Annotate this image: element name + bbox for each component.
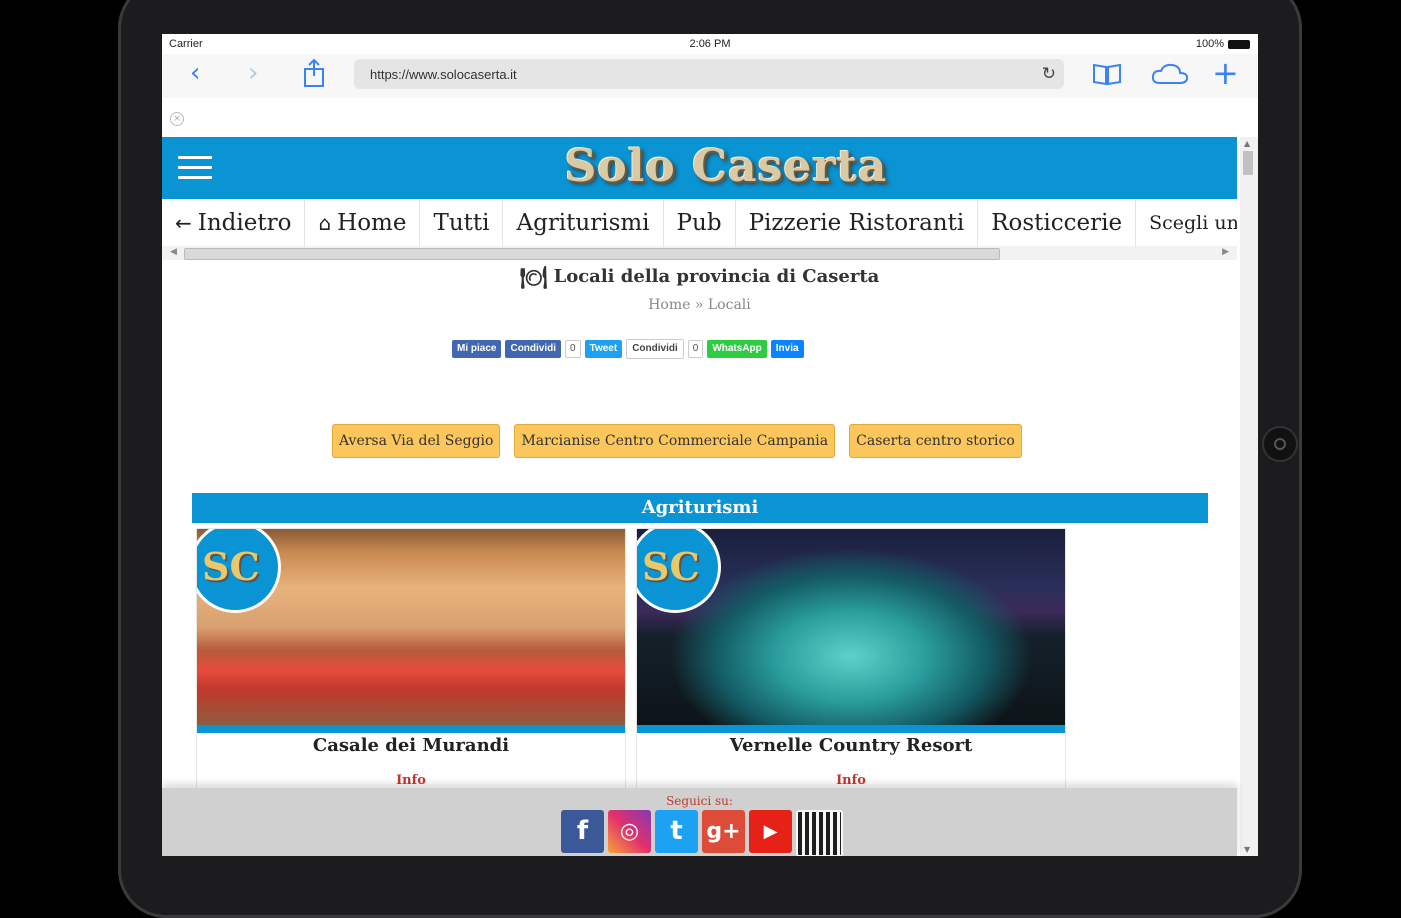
nav-pub[interactable]: Pub (664, 200, 736, 246)
nav-rosticcerie[interactable]: Rosticcerie (978, 200, 1137, 246)
badge-text: SC (202, 544, 260, 589)
whatsapp-share-button[interactable]: WhatsApp (707, 340, 767, 358)
nav-back[interactable]: ← Indietro (162, 200, 306, 246)
nav-agriturismi[interactable]: Agriturismi (503, 200, 664, 246)
nav-home[interactable]: ⌂ Home (305, 200, 421, 246)
battery-icon (1228, 39, 1250, 49)
share-buttons: Mi piace Condividi 0 Tweet Condividi 0 W… (452, 339, 804, 359)
gplus-share-count: 0 (687, 340, 704, 358)
page-title: 🍽 Locali della provincia di Caserta (162, 266, 1237, 291)
gplus-share-button[interactable]: Condividi (626, 339, 684, 359)
arrow-left-icon: ← (175, 211, 192, 235)
listing-title[interactable]: Vernelle Country Resort (637, 735, 1065, 756)
scroll-up-icon[interactable]: ▲ (1244, 139, 1250, 148)
nav-label: Home (337, 210, 407, 236)
nav-label: Indietro (197, 210, 292, 236)
scroll-down-icon[interactable]: ▼ (1244, 845, 1250, 854)
horizontal-scrollbar[interactable]: ◀ ▶ (162, 246, 1237, 260)
card-divider (637, 725, 1065, 733)
facebook-share-button[interactable]: Condividi (505, 340, 562, 358)
page-title-text: Locali della provincia di Caserta (553, 266, 880, 287)
site-logo[interactable]: Solo Caserta (162, 141, 1258, 192)
clock: 2:06 PM (689, 38, 731, 50)
book-icon[interactable] (1092, 62, 1122, 86)
follow-us-label: Seguici su: (666, 794, 733, 808)
home-icon: ⌂ (318, 211, 332, 235)
youtube-icon[interactable]: ▶ (749, 810, 792, 853)
scrollbar-thumb[interactable] (1243, 151, 1253, 175)
listing-card[interactable]: SC Casale dei Murandi Info (196, 528, 626, 790)
qr-code-icon[interactable] (796, 810, 843, 856)
chevron-right-icon[interactable]: › (248, 58, 258, 88)
messenger-send-button[interactable]: Invia (770, 340, 804, 358)
chevron-left-icon[interactable]: ‹ (190, 58, 200, 88)
breadcrumb[interactable]: Home » Locali (162, 297, 1237, 313)
tweet-button[interactable]: Tweet (584, 340, 623, 358)
browser-toolbar: ‹ › https://www.solocaserta.it ↻ + (162, 54, 1258, 98)
battery-status: 100% (1196, 38, 1250, 50)
site-header: Solo Caserta (162, 137, 1237, 199)
facebook-share-count: 0 (565, 340, 581, 358)
instagram-icon[interactable]: ◎ (608, 810, 651, 853)
google-plus-icon[interactable]: g+ (702, 810, 745, 853)
reload-icon[interactable]: ↻ (1042, 64, 1056, 84)
category-nav: ← Indietro ⌂ Home Tutti Agriturismi Pub Pi… (162, 200, 1237, 247)
listing-info-link[interactable]: Info (637, 773, 1065, 788)
plus-icon[interactable]: + (1212, 54, 1239, 92)
badge-text: SC (642, 544, 700, 589)
cloud-icon[interactable] (1150, 62, 1190, 86)
plate-cutlery-icon: 🍽 (519, 266, 548, 291)
share-icon[interactable] (302, 58, 326, 88)
social-icons: f ◎ t g+ ▶ (561, 810, 843, 856)
listing-title[interactable]: Casale dei Murandi (197, 735, 625, 756)
listing-info-link[interactable]: Info (197, 773, 625, 788)
url-text: https://www.solocaserta.it (370, 67, 517, 82)
twitter-icon[interactable]: t (655, 810, 698, 853)
nav-pizzerie-ristoranti[interactable]: Pizzerie Ristoranti (736, 200, 979, 246)
location-aversa-button[interactable]: Aversa Via del Seggio (332, 424, 501, 458)
listing-card[interactable]: SC Vernelle Country Resort Info (636, 528, 1066, 790)
vertical-scrollbar[interactable]: ▲ ▼ (1240, 137, 1258, 856)
scrollbar-thumb[interactable] (184, 248, 1000, 260)
close-icon[interactable]: × (170, 112, 184, 126)
card-divider (197, 725, 625, 733)
facebook-icon[interactable]: f (561, 810, 604, 853)
section-heading: Agriturismi (192, 493, 1208, 523)
battery-percent: 100% (1195, 38, 1224, 50)
address-bar[interactable]: https://www.solocaserta.it ↻ (354, 59, 1064, 89)
facebook-like-button[interactable]: Mi piace (452, 340, 502, 358)
home-button[interactable] (1262, 426, 1298, 462)
status-bar: Carrier 2:06 PM 100% (162, 34, 1258, 54)
location-marcianise-button[interactable]: Marcianise Centro Commerciale Campania (514, 424, 836, 458)
social-footer: Seguici su: f ◎ t g+ ▶ (162, 788, 1237, 856)
scroll-left-icon[interactable]: ◀ (170, 247, 177, 257)
location-buttons: Aversa Via del Seggio Marcianise Centro … (332, 424, 1022, 458)
browser-screen: Carrier 2:06 PM 100% ‹ › https://www.sol… (162, 34, 1258, 856)
location-caserta-button[interactable]: Caserta centro storico (849, 424, 1022, 458)
nav-scegli[interactable]: Scegli un (1136, 200, 1237, 246)
nav-tutti[interactable]: Tutti (420, 200, 504, 246)
scroll-right-icon[interactable]: ▶ (1222, 247, 1229, 257)
